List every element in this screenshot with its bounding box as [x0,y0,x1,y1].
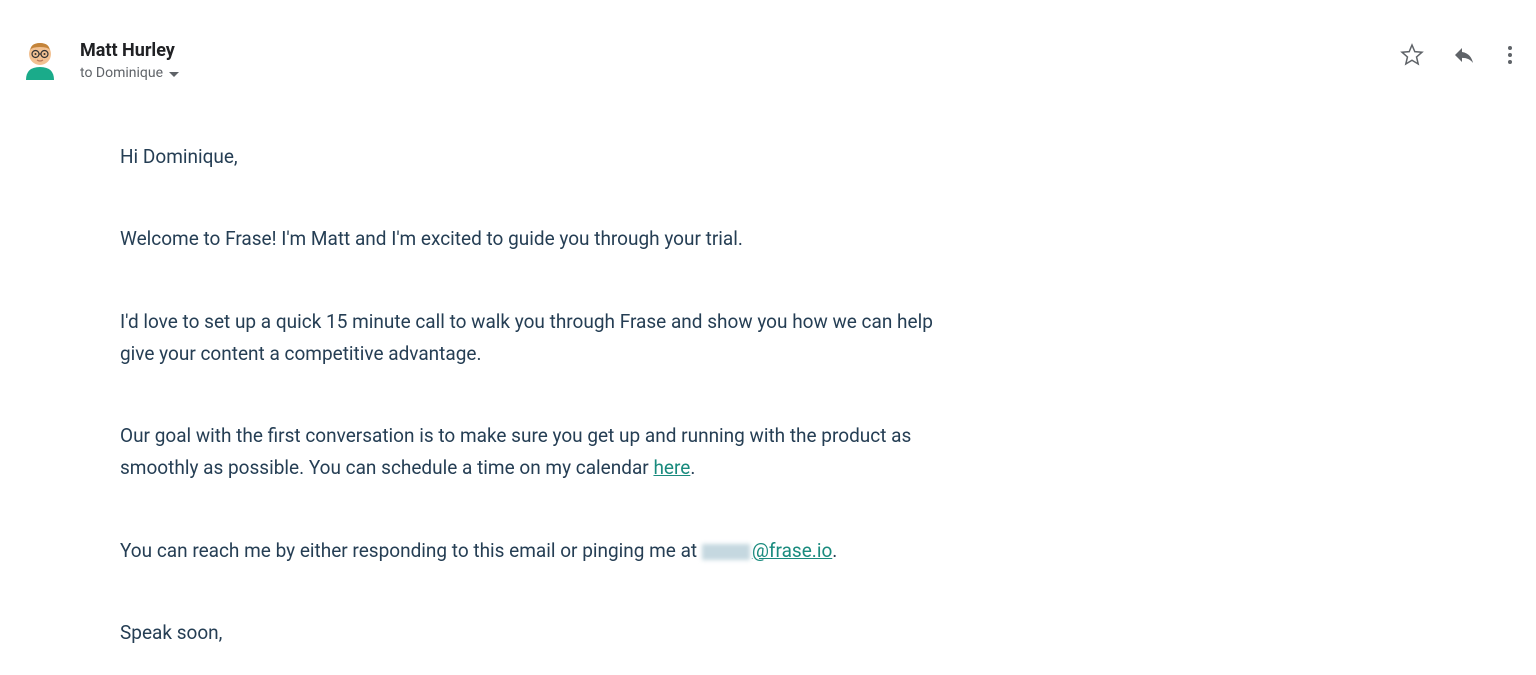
sender-name[interactable]: Matt Hurley [80,40,175,61]
paragraph-3: Our goal with the first conversation is … [120,420,940,485]
caret-down-icon [169,72,179,77]
star-icon[interactable] [1400,43,1424,67]
redacted-email-local [702,544,750,560]
paragraph-2: I'd love to set up a quick 15 minute cal… [120,306,940,371]
greeting: Hi Dominique, [120,141,940,173]
more-menu-icon[interactable] [1504,42,1516,68]
recipient-dropdown[interactable]: to Dominique [80,65,1516,81]
closing: Speak soon, [120,617,940,649]
schedule-link[interactable]: here [653,456,690,479]
paragraph-4: You can reach me by either responding to… [120,535,940,567]
recipient-to-prefix: to Dominique [80,65,163,81]
sender-avatar[interactable] [20,40,60,80]
reply-icon[interactable] [1452,43,1476,67]
paragraph-1: Welcome to Frase! I'm Matt and I'm excit… [120,223,940,255]
email-link[interactable]: @frase.io [752,539,832,562]
email-body: Hi Dominique, Welcome to Frase! I'm Matt… [120,141,940,649]
